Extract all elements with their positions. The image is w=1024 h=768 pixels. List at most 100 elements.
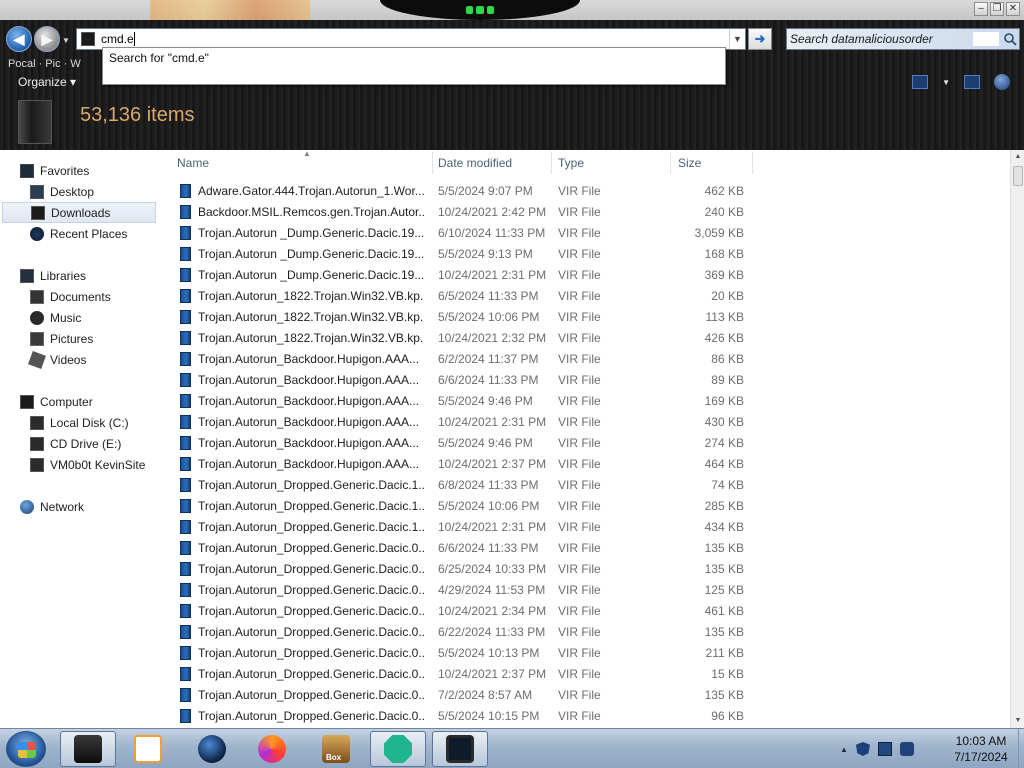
nav-network-drive[interactable]: VM0b0t KevinSite (30, 454, 145, 475)
nav-local-disk-label: Local Disk (C:) (50, 415, 129, 430)
table-row[interactable]: Trojan.Autorun_Dropped.Generic.Dacic.0..… (170, 643, 1010, 664)
file-size: 240 KB (704, 205, 744, 219)
show-hidden-icons-icon[interactable]: ▲ (840, 745, 848, 754)
table-row[interactable]: Trojan.Autorun_Backdoor.Hupigon.AAA... 10… (170, 412, 1010, 433)
column-divider[interactable] (752, 152, 753, 174)
address-input[interactable]: cmd.e (101, 32, 729, 47)
vertical-scrollbar[interactable]: ▲ ▼ (1010, 150, 1024, 728)
table-row[interactable]: Trojan.Autorun_Dropped.Generic.Dacic.0..… (170, 685, 1010, 706)
table-row[interactable]: Trojan.Autorun_Backdoor.Hupigon.AAA... 5/… (170, 433, 1010, 454)
search-box[interactable]: Search datamaliciousorder (786, 28, 1020, 50)
show-desktop-button[interactable] (1018, 729, 1024, 768)
shield-icon[interactable] (855, 742, 870, 756)
taskbar-green-app[interactable] (370, 731, 426, 767)
recent-pages-chevron-icon[interactable]: ▼ (62, 36, 72, 46)
table-row[interactable]: Trojan.Autorun_Dropped.Generic.Dacic.1..… (170, 496, 1010, 517)
nav-computer[interactable]: Computer (20, 391, 93, 412)
sort-ascending-icon: ▲ (303, 150, 311, 158)
organize-button[interactable]: Organize ▾ (18, 75, 76, 89)
help-icon[interactable] (994, 74, 1010, 90)
table-row[interactable]: Trojan.Autorun _Dump.Generic.Dacic.19...… (170, 265, 1010, 286)
nav-pictures[interactable]: Pictures (30, 328, 93, 349)
minimize-icon[interactable]: – (974, 2, 988, 16)
file-name: Trojan.Autorun_Dropped.Generic.Dacic.0..… (198, 646, 424, 660)
table-row[interactable]: Trojan.Autorun_Dropped.Generic.Dacic.0..… (170, 664, 1010, 685)
start-button[interactable] (6, 731, 46, 767)
taskbar-monitor-app[interactable] (432, 731, 488, 767)
table-row[interactable]: Trojan.Autorun_Dropped.Generic.Dacic.0..… (170, 601, 1010, 622)
nav-downloads[interactable]: Downloads (2, 202, 156, 223)
column-header-name[interactable]: Name ▲ (177, 150, 433, 176)
table-row[interactable]: Trojan.Autorun_Dropped.Generic.Dacic.1..… (170, 475, 1010, 496)
title-bar-decoration (150, 0, 310, 20)
table-row[interactable]: Trojan.Autorun_Backdoor.Hupigon.AAA... 10… (170, 454, 1010, 475)
column-header-type[interactable]: Type (558, 150, 668, 176)
scroll-down-icon[interactable]: ▼ (1011, 714, 1024, 728)
nav-favorites[interactable]: Favorites (20, 160, 89, 181)
table-row[interactable]: Trojan.Autorun_Backdoor.Hupigon.AAA... 5/… (170, 391, 1010, 412)
table-row[interactable]: Trojan.Autorun_Backdoor.Hupigon.AAA... 6/… (170, 349, 1010, 370)
vir-file-icon (180, 268, 191, 282)
nav-recent-places[interactable]: Recent Places (30, 223, 127, 244)
scroll-thumb[interactable] (1013, 166, 1023, 186)
file-date: 10/24/2021 2:31 PM (438, 520, 547, 534)
table-row[interactable]: Trojan.Autorun_1822.Trojan.Win32.VB.kp..… (170, 286, 1010, 307)
column-header-date[interactable]: Date modified (438, 150, 550, 176)
restore-icon[interactable]: ❐ (990, 2, 1004, 16)
table-row[interactable]: Trojan.Autorun_Backdoor.Hupigon.AAA... 6/… (170, 370, 1010, 391)
computer-icon (20, 394, 34, 409)
column-divider[interactable] (670, 152, 671, 174)
nav-cd-drive[interactable]: CD Drive (E:) (30, 433, 121, 454)
table-row[interactable]: Trojan.Autorun_1822.Trojan.Win32.VB.kp..… (170, 307, 1010, 328)
search-icon[interactable] (1001, 30, 1019, 48)
table-row[interactable]: Trojan.Autorun_Dropped.Generic.Dacic.0..… (170, 706, 1010, 727)
nav-network[interactable]: Network (20, 496, 84, 517)
taskbar-sandbox[interactable]: Box (308, 731, 364, 767)
documents-icon (30, 289, 44, 304)
go-button[interactable]: ➜ (748, 28, 772, 50)
forward-button[interactable]: ▶ (34, 26, 60, 52)
table-row[interactable]: Trojan.Autorun_Dropped.Generic.Dacic.0..… (170, 580, 1010, 601)
column-header-size[interactable]: Size (678, 150, 754, 176)
hard-drive-icon (30, 415, 44, 430)
file-name: Trojan.Autorun_Dropped.Generic.Dacic.1..… (198, 520, 424, 534)
taskbar-firefox[interactable] (244, 731, 300, 767)
system-clock[interactable]: 10:03 AM 7/17/2024 (946, 733, 1016, 765)
back-button[interactable]: ◀ (6, 26, 32, 52)
scroll-up-icon[interactable]: ▲ (1011, 150, 1024, 164)
nav-libraries[interactable]: Libraries (20, 265, 86, 286)
search-suggestion-item[interactable]: Search for "cmd.e" (109, 51, 719, 65)
change-view-icon[interactable] (912, 75, 929, 89)
vir-file-icon (180, 373, 191, 387)
address-dropdown-chevron-icon[interactable]: ▼ (729, 29, 745, 49)
column-divider[interactable] (432, 152, 433, 174)
vir-file-icon (180, 646, 191, 660)
preview-pane-icon[interactable] (964, 75, 980, 89)
network-monitor-icon[interactable] (877, 742, 892, 756)
taskbar-explorer[interactable] (60, 731, 116, 767)
view-dropdown-chevron-icon[interactable]: ▼ (942, 78, 950, 87)
file-date: 10/24/2021 2:37 PM (438, 457, 547, 471)
table-row[interactable]: Trojan.Autorun_1822.Trojan.Win32.VB.kp..… (170, 328, 1010, 349)
table-row[interactable]: Backdoor.MSIL.Remcos.gen.Trojan.Autor...… (170, 202, 1010, 223)
table-row[interactable]: Trojan.Autorun _Dump.Generic.Dacic.19...… (170, 223, 1010, 244)
nav-local-disk[interactable]: Local Disk (C:) (30, 412, 129, 433)
table-row[interactable]: Trojan.Autorun_Dropped.Generic.Dacic.0..… (170, 559, 1010, 580)
table-row[interactable]: Adware.Gator.444.Trojan.Autorun_1.Wor...… (170, 181, 1010, 202)
close-icon[interactable]: ✕ (1006, 2, 1020, 16)
nav-videos[interactable]: Videos (28, 349, 86, 370)
search-input[interactable]: Search datamaliciousorder (790, 32, 973, 46)
nav-documents[interactable]: Documents (30, 286, 111, 307)
volume-icon[interactable] (899, 742, 914, 756)
table-row[interactable]: Trojan.Autorun_Dropped.Generic.Dacic.0..… (170, 622, 1010, 643)
title-bar[interactable]: – ❐ ✕ (0, 0, 1024, 20)
table-row[interactable]: Trojan.Autorun_Dropped.Generic.Dacic.0..… (170, 538, 1010, 559)
taskbar-media-player[interactable] (120, 731, 176, 767)
column-divider[interactable] (551, 152, 552, 174)
table-row[interactable]: Trojan.Autorun _Dump.Generic.Dacic.19...… (170, 244, 1010, 265)
breadcrumb-ghost: Pocal · Pic · W (8, 58, 81, 70)
nav-music[interactable]: Music (30, 307, 81, 328)
taskbar-globe[interactable] (184, 731, 240, 767)
table-row[interactable]: Trojan.Autorun_Dropped.Generic.Dacic.1..… (170, 517, 1010, 538)
nav-desktop[interactable]: Desktop (30, 181, 94, 202)
